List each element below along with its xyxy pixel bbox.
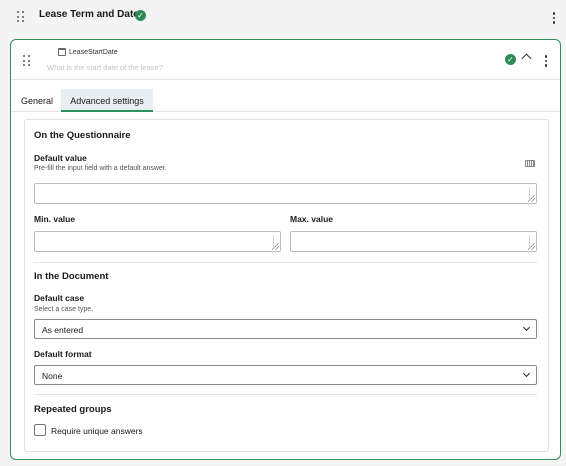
- document-heading: In the Document: [34, 271, 109, 282]
- default-format-select[interactable]: None: [34, 365, 537, 385]
- field-more-icon[interactable]: [542, 55, 550, 67]
- field-card-header[interactable]: LeaseStartDate What is the start date of…: [11, 40, 560, 80]
- min-value-label: Min. value: [34, 214, 76, 224]
- default-value-input[interactable]: [34, 183, 537, 204]
- max-value-input[interactable]: [290, 231, 537, 252]
- default-value-hint: Pre-fill the input field with a default …: [34, 165, 167, 172]
- divider: [34, 262, 537, 263]
- tab-bar: General Advanced settings: [11, 89, 560, 112]
- resize-handle-icon[interactable]: [272, 243, 279, 250]
- default-format-value: None: [42, 371, 63, 381]
- section-more-icon[interactable]: [550, 12, 558, 24]
- field-question: What is the start date of the lease?: [47, 63, 163, 72]
- max-value-label: Max. value: [290, 214, 333, 224]
- questionnaire-heading: On the Questionnaire: [34, 130, 131, 141]
- min-value-input[interactable]: [34, 231, 281, 252]
- default-case-select[interactable]: As entered: [34, 319, 537, 339]
- require-unique-checkbox[interactable]: [34, 424, 46, 436]
- field-name: LeaseStartDate: [58, 48, 118, 56]
- default-case-hint: Select a case type.: [34, 306, 94, 313]
- collapse-chevron-up-icon[interactable]: [521, 53, 532, 64]
- chevron-down-icon: [522, 369, 531, 378]
- divider: [34, 394, 537, 395]
- default-case-label: Default case: [34, 293, 85, 303]
- require-unique-label[interactable]: Require unique answers: [51, 426, 143, 436]
- tab-advanced-settings[interactable]: Advanced settings: [61, 89, 153, 112]
- calendar-icon: [58, 48, 66, 56]
- default-value-label: Default value: [34, 153, 87, 163]
- field-check-circle-icon: ✓: [505, 54, 516, 65]
- default-format-label: Default format: [34, 349, 92, 359]
- chevron-down-icon: [522, 323, 531, 332]
- field-drag-handle-icon[interactable]: [23, 55, 31, 67]
- check-circle-icon: ✓: [135, 10, 146, 21]
- keyboard-icon[interactable]: [525, 160, 535, 167]
- default-case-value: As entered: [42, 325, 84, 335]
- section-title: Lease Term and Dates: [39, 9, 145, 20]
- section-header: Lease Term and Dates ✓: [0, 0, 566, 34]
- field-name-label: LeaseStartDate: [69, 48, 118, 56]
- repeated-groups-heading: Repeated groups: [34, 404, 112, 415]
- resize-handle-icon[interactable]: [528, 195, 535, 202]
- tab-general[interactable]: General: [21, 89, 53, 112]
- drag-handle-icon[interactable]: [17, 11, 25, 23]
- resize-handle-icon[interactable]: [528, 243, 535, 250]
